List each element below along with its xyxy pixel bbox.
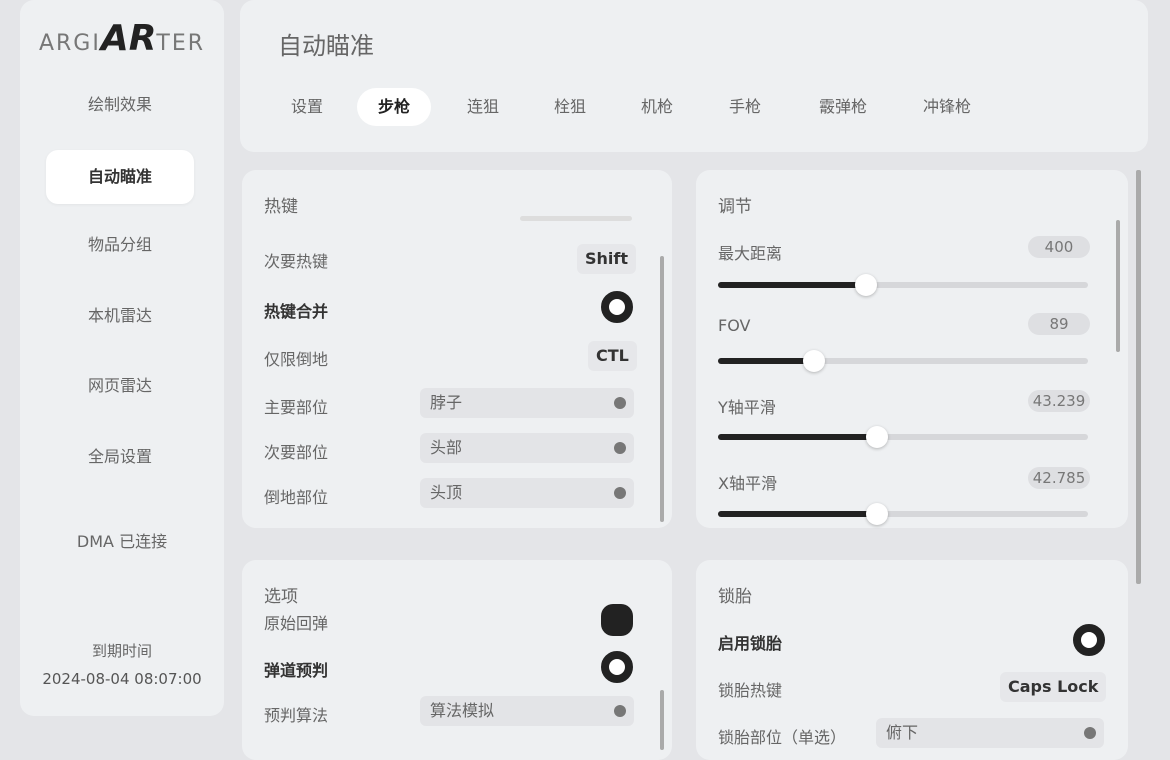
downed-part-label: 倒地部位 bbox=[264, 488, 329, 507]
tab-rifle[interactable]: 步枪 bbox=[357, 88, 431, 126]
primary-part-select[interactable]: 脖子 bbox=[420, 388, 634, 418]
predict-algo-select[interactable]: 算法模拟 bbox=[420, 696, 634, 726]
hotkey-merge-toggle[interactable] bbox=[601, 291, 633, 323]
lock-title: 锁胎 bbox=[718, 587, 752, 607]
y-smooth-slider[interactable] bbox=[718, 426, 1088, 448]
lock-hotkey-button[interactable]: Caps Lock bbox=[1000, 672, 1107, 702]
primary-part-value: 脖子 bbox=[430, 393, 463, 412]
slider-handle[interactable] bbox=[803, 350, 826, 372]
slider-fill bbox=[718, 434, 878, 440]
lock-enable-label: 启用锁胎 bbox=[718, 634, 783, 653]
dropdown-dot-icon bbox=[614, 705, 626, 717]
tab-dmr[interactable]: 连狙 bbox=[452, 88, 514, 126]
hotkeys-title: 热键 bbox=[264, 197, 298, 217]
dma-status: DMA 已连接 bbox=[76, 532, 168, 551]
sidebar-item-item-groups[interactable]: 物品分组 bbox=[46, 218, 194, 272]
sidebar: ARGIARTER 绘制效果 自动瞄准 物品分组 本机雷达 网页雷达 全局设置 … bbox=[20, 0, 224, 716]
sidebar-item-draw-effects[interactable]: 绘制效果 bbox=[46, 78, 194, 132]
slider-handle[interactable] bbox=[855, 274, 877, 296]
predict-algo-label: 预判算法 bbox=[264, 706, 329, 725]
logo-text-mid: AR bbox=[100, 18, 157, 59]
bullet-predict-label: 弹道预判 bbox=[264, 661, 329, 680]
hotkey-merge-label: 热键合并 bbox=[264, 302, 329, 321]
adjust-title: 调节 bbox=[718, 197, 752, 217]
header: 自动瞄准 设置 步枪 连狙 栓狙 机枪 手枪 霰弹枪 冲锋枪 bbox=[240, 0, 1148, 152]
expiry-label: 到期时间 bbox=[91, 642, 152, 660]
tab-bolt-sniper[interactable]: 栓狙 bbox=[539, 88, 601, 126]
primary-part-label: 主要部位 bbox=[264, 398, 329, 417]
raw-recoil-label: 原始回弹 bbox=[264, 614, 329, 633]
slider-fill bbox=[718, 511, 878, 517]
secondary-part-value: 头部 bbox=[430, 438, 463, 457]
slider-handle[interactable] bbox=[866, 426, 889, 448]
y-smooth-value[interactable]: 43.239 bbox=[1028, 390, 1090, 412]
slider-fill bbox=[718, 282, 866, 288]
lock-card: 锁胎 启用锁胎 锁胎热键 Caps Lock 锁胎部位（单选） 俯下 bbox=[696, 560, 1128, 760]
tab-shotgun[interactable]: 霰弹枪 bbox=[806, 88, 880, 126]
dropdown-dot-icon bbox=[614, 487, 626, 499]
adjust-scrollbar[interactable] bbox=[1116, 220, 1120, 352]
tab-pistol[interactable]: 手枪 bbox=[714, 88, 776, 126]
x-smooth-value[interactable]: 42.785 bbox=[1028, 467, 1090, 489]
predict-algo-value: 算法模拟 bbox=[430, 701, 495, 720]
raw-recoil-toggle[interactable] bbox=[601, 604, 633, 636]
bullet-predict-toggle[interactable] bbox=[601, 651, 633, 683]
downed-only-label: 仅限倒地 bbox=[264, 350, 329, 369]
secondary-hotkey-button[interactable]: Shift bbox=[577, 244, 637, 274]
downed-only-key-button[interactable]: CTL bbox=[588, 341, 637, 371]
lock-part-value: 俯下 bbox=[886, 723, 919, 742]
slider-fill bbox=[718, 358, 815, 364]
fov-label: FOV bbox=[718, 316, 751, 335]
sidebar-item-global-settings[interactable]: 全局设置 bbox=[46, 430, 194, 484]
fov-slider[interactable] bbox=[718, 350, 1088, 372]
sidebar-item-web-radar[interactable]: 网页雷达 bbox=[46, 359, 194, 413]
downed-part-value: 头顶 bbox=[430, 483, 463, 502]
logo-text-right: TER bbox=[156, 31, 206, 56]
horizontal-scrollbar[interactable] bbox=[520, 216, 632, 221]
secondary-part-label: 次要部位 bbox=[264, 443, 329, 462]
slider-handle[interactable] bbox=[866, 503, 889, 525]
x-smooth-slider[interactable] bbox=[718, 503, 1088, 525]
max-distance-label: 最大距离 bbox=[718, 244, 783, 263]
lock-part-label: 锁胎部位（单选） bbox=[718, 728, 847, 747]
tab-settings[interactable]: 设置 bbox=[276, 88, 338, 126]
lock-enable-toggle[interactable] bbox=[1073, 624, 1105, 656]
secondary-hotkey-label: 次要热键 bbox=[264, 252, 329, 271]
x-smooth-label: X轴平滑 bbox=[718, 474, 777, 493]
dropdown-dot-icon bbox=[1084, 727, 1096, 739]
options-card: 选项 原始回弹 弹道预判 预判算法 算法模拟 bbox=[242, 560, 672, 760]
options-title: 选项 bbox=[264, 587, 298, 607]
downed-part-select[interactable]: 头顶 bbox=[420, 478, 634, 508]
page-title: 自动瞄准 bbox=[278, 32, 374, 60]
secondary-part-select[interactable]: 头部 bbox=[420, 433, 634, 463]
hotkeys-scrollbar[interactable] bbox=[660, 256, 664, 522]
max-distance-value[interactable]: 400 bbox=[1028, 236, 1090, 258]
lock-hotkey-label: 锁胎热键 bbox=[718, 681, 783, 700]
sidebar-item-local-radar[interactable]: 本机雷达 bbox=[46, 289, 194, 343]
max-distance-slider[interactable] bbox=[718, 274, 1088, 296]
sidebar-item-auto-aim[interactable]: 自动瞄准 bbox=[46, 150, 194, 204]
main-scrollbar[interactable] bbox=[1136, 170, 1141, 584]
logo-text-left: ARGI bbox=[38, 31, 101, 56]
app-logo: ARGIARTER bbox=[20, 18, 224, 59]
fov-value[interactable]: 89 bbox=[1028, 313, 1090, 335]
dropdown-dot-icon bbox=[614, 397, 626, 409]
lock-part-select[interactable]: 俯下 bbox=[876, 718, 1104, 748]
dropdown-dot-icon bbox=[614, 442, 626, 454]
tab-lmg[interactable]: 机枪 bbox=[626, 88, 688, 126]
adjust-card: 调节 最大距离 400 FOV 89 Y轴平滑 43.239 X轴平滑 42.7… bbox=[696, 170, 1128, 528]
hotkeys-card: 热键 次要热键 Shift 热键合并 仅限倒地 CTL 主要部位 脖子 次要部位… bbox=[242, 170, 672, 528]
expiry-value: 2024-08-04 08:07:00 bbox=[42, 670, 202, 688]
options-scrollbar[interactable] bbox=[660, 690, 664, 750]
tab-smg[interactable]: 冲锋枪 bbox=[910, 88, 984, 126]
y-smooth-label: Y轴平滑 bbox=[718, 398, 776, 417]
